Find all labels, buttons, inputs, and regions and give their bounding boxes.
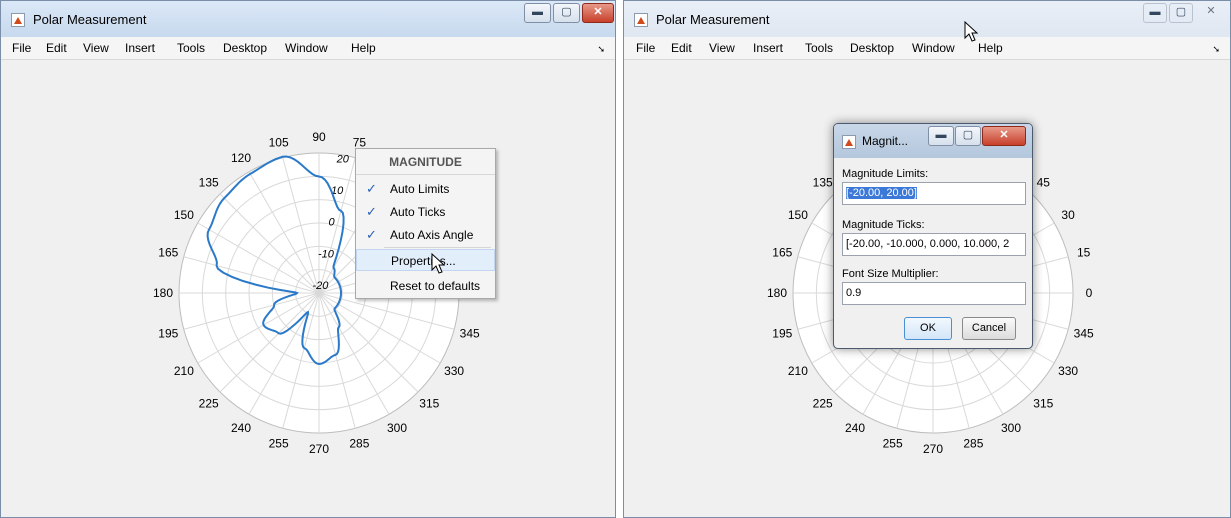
angle-tick-label: 300 [387,421,407,435]
app-icon [842,135,856,149]
menu-item-label: Auto Axis Angle [390,228,474,242]
check-icon: ✓ [366,227,377,242]
font-size-multiplier-label: Font Size Multiplier: [842,268,939,280]
angle-tick-label: 285 [349,437,369,451]
angle-tick-label: 240 [845,421,865,435]
magnitude-ticks-label: Magnitude Ticks: [842,219,925,231]
angle-tick-label: 30 [1061,208,1075,222]
dialog-maximize-button[interactable]: ▢ [955,126,981,146]
angle-tick-label: 135 [199,176,219,190]
angle-tick-label: 330 [444,364,464,378]
context-menu-header: MAGNITUDE [356,149,495,175]
angle-tick-label: 45 [1037,176,1051,190]
check-icon: ✓ [366,181,377,196]
angle-tick-label: 300 [1001,421,1021,435]
check-icon: ✓ [366,204,377,219]
menu-separator [384,247,491,248]
angle-tick-label: 225 [813,396,833,410]
dialog-title: Magnit... [862,134,909,148]
angle-tick-label: 315 [419,396,439,410]
menu-reset-to-defaults[interactable]: Reset to defaults [356,275,495,297]
angle-tick-label: 165 [158,246,178,260]
angle-tick-label: 270 [309,442,329,456]
menu-auto-ticks[interactable]: ✓ Auto Ticks [356,201,495,223]
angle-tick-label: 255 [883,437,903,451]
angle-tick-label: 15 [1077,246,1091,260]
angle-tick-label: 210 [788,364,808,378]
angle-tick-label: 105 [269,135,289,149]
menu-auto-limits[interactable]: ✓ Auto Limits [356,178,495,200]
angle-tick-label: 240 [231,421,251,435]
angle-tick-label: 345 [460,326,480,340]
magnitude-context-menu: MAGNITUDE ✓ Auto Limits ✓ Auto Ticks ✓ A… [355,148,496,299]
menu-item-label: Reset to defaults [390,279,481,293]
angle-tick-label: 180 [153,286,173,300]
mouse-pointer-icon [431,253,446,274]
magnitude-limits-input[interactable]: [-20.00, 20.00] [842,182,1026,205]
magnitude-limits-label: Magnitude Limits: [842,168,929,180]
selected-text: [-20.00, 20.00] [846,187,917,199]
menu-item-label: Auto Limits [390,182,450,196]
magnitude-tick-label: -20 [312,280,329,292]
dialog-title-bar[interactable]: Magnit... ▬ ▢ ✕ [834,124,1032,158]
angle-tick-label: 195 [158,326,178,340]
cancel-button[interactable]: Cancel [962,317,1016,340]
angle-tick-label: 0 [1086,286,1093,300]
menu-item-label: Auto Ticks [390,205,446,219]
polar-plot[interactable]: 0153045607590105120135150165180195210225… [1,1,616,518]
angle-tick-label: 255 [269,437,289,451]
angle-tick-label: 225 [199,396,219,410]
angle-tick-label: 210 [174,364,194,378]
angle-tick-label: 345 [1074,326,1094,340]
dialog-close-button[interactable]: ✕ [982,126,1026,146]
angle-tick-label: 90 [312,130,326,144]
angle-tick-label: 285 [963,437,983,451]
menu-properties[interactable]: Properties... [356,249,495,271]
magnitude-tick-label: -10 [318,248,335,260]
left-figure-window: Polar Measurement ▬ ▢ ✕ File Edit View I… [0,0,616,518]
angle-tick-label: 315 [1033,396,1053,410]
angle-tick-label: 270 [923,442,943,456]
magnitude-tick-label: 0 [329,217,336,229]
angle-tick-label: 150 [788,208,808,222]
angle-tick-label: 135 [813,176,833,190]
magnitude-ticks-input[interactable]: [-20.00, -10.000, 0.000, 10.000, 2 [842,233,1026,256]
angle-tick-label: 120 [231,151,251,165]
angle-tick-label: 165 [772,246,792,260]
angle-tick-label: 195 [772,326,792,340]
ok-button[interactable]: OK [904,317,952,340]
angle-tick-label: 180 [767,286,787,300]
font-size-multiplier-input[interactable]: 0.9 [842,282,1026,305]
mouse-pointer-icon [964,21,979,42]
dialog-minimize-button[interactable]: ▬ [928,126,954,146]
magnitude-properties-dialog: Magnit... ▬ ▢ ✕ Magnitude Limits: [-20.0… [833,123,1033,349]
menu-auto-axis-angle[interactable]: ✓ Auto Axis Angle [356,224,495,246]
angle-tick-label: 330 [1058,364,1078,378]
angle-tick-label: 150 [174,208,194,222]
magnitude-tick-label: 20 [336,153,350,165]
